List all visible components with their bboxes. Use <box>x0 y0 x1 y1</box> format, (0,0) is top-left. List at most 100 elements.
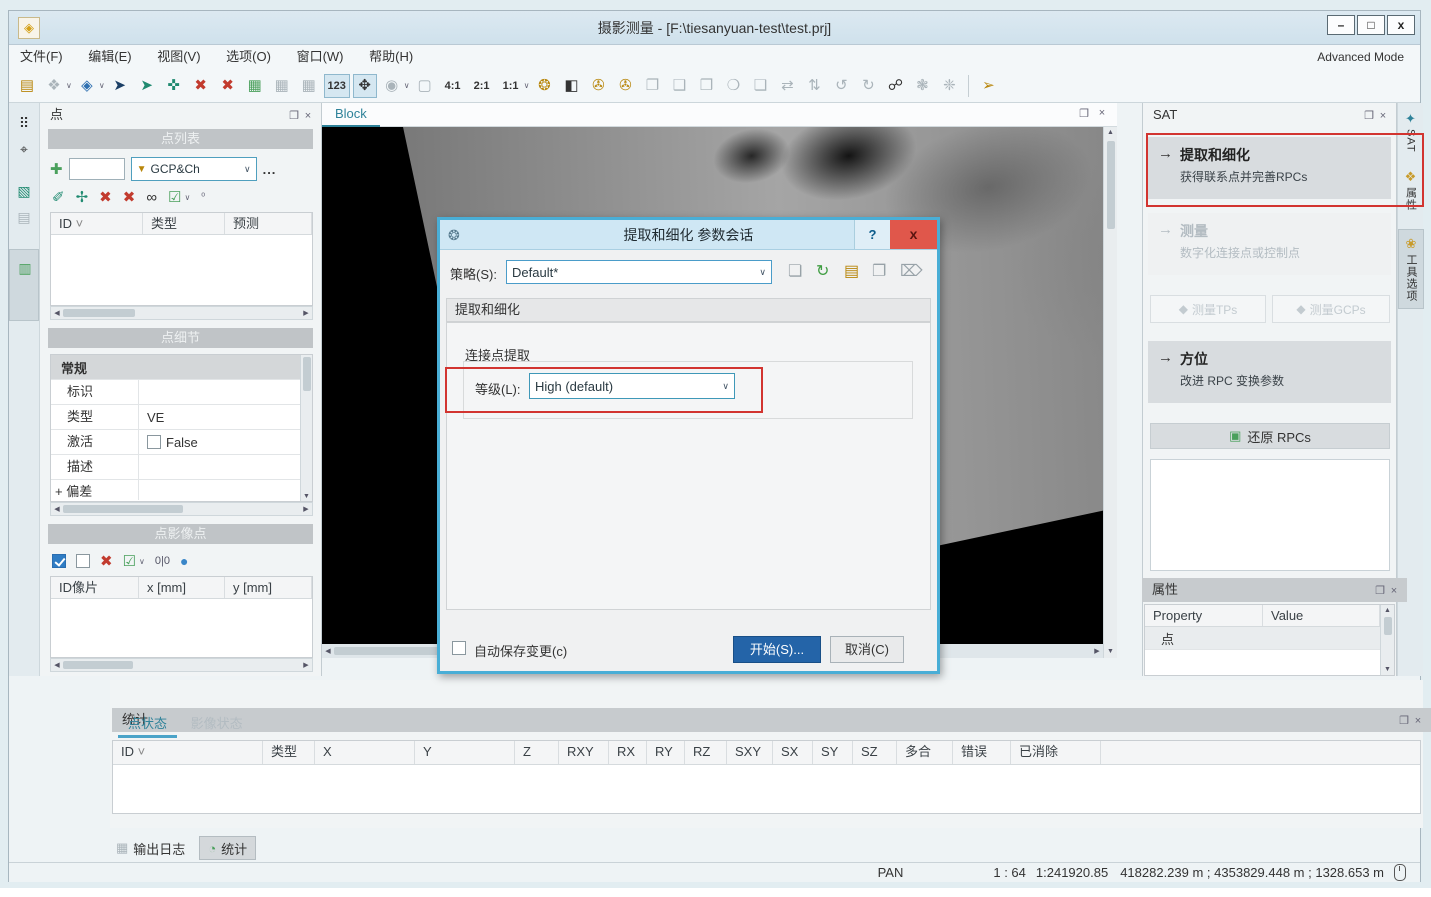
zoom-tool-dropdown-icon[interactable]: ◉ <box>380 74 404 98</box>
show-point-ids-toggle[interactable]: 123 <box>324 74 350 98</box>
properties-table[interactable]: ▲ ▼ Property Value 点 <box>1144 604 1395 676</box>
col-rxy[interactable]: RXY <box>559 741 609 764</box>
list-panel-icon[interactable]: ▤ <box>12 205 36 229</box>
col-sxy[interactable]: SXY <box>727 741 773 764</box>
col-fold[interactable]: 多合 <box>897 741 953 764</box>
start-button[interactable]: 开始(S)... <box>733 636 821 663</box>
statistics-button[interactable]: ◔ 统计 <box>199 836 256 860</box>
col-y[interactable]: Y <box>415 741 515 764</box>
col-rx[interactable]: RX <box>609 741 647 764</box>
lock-zoom-icon[interactable]: ✇ <box>613 74 637 98</box>
menu-edit[interactable]: 编辑(E) <box>77 45 142 69</box>
delete-strategy-icon[interactable]: ⌦ <box>900 261 923 281</box>
tab-point-status[interactable]: 点状态 <box>118 712 177 738</box>
point-id-input[interactable] <box>69 158 125 180</box>
rotate-ccw-icon[interactable]: ↺ <box>829 74 853 98</box>
point-symbol-icon[interactable]: ❂ <box>532 74 556 98</box>
scroll-right-icon[interactable]: ▶ <box>1091 647 1103 655</box>
delete-point-icon[interactable]: ✖ <box>216 74 240 98</box>
select-cursor-icon[interactable]: ➤ <box>108 74 132 98</box>
chevron-down-icon[interactable]: ∨ <box>184 193 190 202</box>
swap-images-icon[interactable]: ⇄ <box>775 74 799 98</box>
properties-vscrollbar[interactable]: ▲ ▼ <box>1380 605 1394 675</box>
restore-rpcs-button[interactable]: ▣ 还原 RPCs <box>1150 423 1390 449</box>
detail-hscrollbar[interactable]: ◀ ▶ <box>50 502 313 516</box>
minimize-button[interactable]: – <box>1327 15 1355 35</box>
col-rz[interactable]: RZ <box>685 741 727 764</box>
detail-row-description[interactable]: 描述 <box>51 455 300 480</box>
target-icon[interactable]: ⌖ <box>12 137 36 161</box>
polyline-tool-icon[interactable]: ✢ <box>76 188 89 206</box>
col-x[interactable]: X <box>315 741 415 764</box>
step-orientation[interactable]: → 方位 改进 RPC 变换参数 <box>1148 341 1391 403</box>
prev-image-icon[interactable]: ❐ <box>640 74 664 98</box>
image-delete-icon[interactable]: ▦ <box>270 74 294 98</box>
image-points-hscrollbar[interactable]: ◀ ▶ <box>50 658 313 672</box>
close-panel-icon[interactable]: × <box>1411 709 1425 733</box>
point-filter-combo[interactable]: ▼ GCP&Ch ∨ <box>131 157 257 181</box>
edit-point-icon[interactable]: ✐ <box>52 188 65 206</box>
snap-cursor-icon[interactable]: ➢ <box>976 74 1000 98</box>
float-panel-icon[interactable]: ❐ <box>287 104 301 128</box>
close-view-icon[interactable]: × <box>1095 107 1109 119</box>
point-list-table[interactable]: ID ˅ 类型 预测 <box>50 212 313 306</box>
scroll-thumb[interactable] <box>63 309 135 317</box>
find-point-icon[interactable]: ∞ <box>146 189 157 206</box>
tile-views-icon[interactable]: ⇅ <box>802 74 826 98</box>
save-icon[interactable]: ▤ <box>15 74 39 98</box>
delete-selected-icon[interactable]: ✖ <box>123 188 136 206</box>
link-views-icon[interactable]: ❍ <box>721 74 745 98</box>
pan-tool-toggle[interactable]: ✥ <box>353 74 377 98</box>
save-strategy-as-icon[interactable]: ❐ <box>872 261 886 281</box>
right-dock-tab-tool-options[interactable]: ❀ 工具选项 <box>1398 229 1424 309</box>
menu-options[interactable]: 选项(O) <box>215 45 282 69</box>
measure-tps-button[interactable]: ◆ 测量TPs <box>1150 295 1266 323</box>
new-strategy-icon[interactable]: ❏ <box>788 261 802 281</box>
chevron-down-icon[interactable]: ∨ <box>524 81 530 90</box>
scroll-up-icon[interactable]: ▲ <box>1104 127 1117 139</box>
col-sy[interactable]: SY <box>813 741 853 764</box>
delete-all-points-icon[interactable]: ✖ <box>99 188 112 206</box>
col-eliminated[interactable]: 已消除 <box>1011 741 1101 764</box>
gears-alt-icon[interactable]: ❈ <box>937 74 961 98</box>
col-x-mm[interactable]: x [mm] <box>139 577 225 598</box>
add-block-dropdown-icon[interactable]: ❖ <box>42 74 66 98</box>
col-ry[interactable]: RY <box>647 741 685 764</box>
col-sx[interactable]: SX <box>773 741 813 764</box>
refresh-strategy-icon[interactable]: ↻ <box>816 261 829 281</box>
add-point-icon[interactable]: ✚ <box>50 160 63 178</box>
scroll-left-icon[interactable]: ◀ <box>322 647 334 655</box>
rotate-cw-icon[interactable]: ↻ <box>856 74 880 98</box>
next-image-icon[interactable]: ❑ <box>667 74 691 98</box>
scroll-right-icon[interactable]: ▶ <box>300 505 312 513</box>
show-all-checkbox[interactable] <box>76 554 90 568</box>
detail-row-id[interactable]: 标识 <box>51 380 300 405</box>
close-panel-icon[interactable]: × <box>1376 104 1390 128</box>
scroll-left-icon[interactable]: ◀ <box>51 505 63 513</box>
close-button[interactable]: x <box>1387 15 1415 35</box>
image-pair-icon[interactable]: ❒ <box>694 74 718 98</box>
zoom-1-1-dropdown[interactable]: 1:1 <box>498 74 524 98</box>
col-type[interactable]: 类型 <box>263 741 315 764</box>
scroll-down-icon[interactable]: ▼ <box>1104 646 1117 658</box>
scroll-thumb[interactable] <box>303 357 311 391</box>
menu-view[interactable]: 视图(V) <box>146 45 211 69</box>
viewport-vscrollbar[interactable]: ▲ ▼ <box>1103 127 1117 658</box>
delete-globe-icon[interactable]: ✖ <box>189 74 213 98</box>
scroll-thumb[interactable] <box>63 505 183 513</box>
menu-file[interactable]: 文件(F) <box>9 45 74 69</box>
float-panel-icon[interactable]: ❐ <box>1373 579 1387 603</box>
float-panel-icon[interactable]: ❐ <box>1397 709 1411 733</box>
detail-vscrollbar[interactable]: ▼ <box>300 355 312 501</box>
image-panel-icon[interactable]: ▧ <box>12 179 36 203</box>
maximize-button[interactable]: □ <box>1357 15 1385 35</box>
menu-help[interactable]: 帮助(H) <box>358 45 424 69</box>
col-type[interactable]: 类型 <box>143 213 225 234</box>
left-dock-selected-tab[interactable]: ▥ <box>9 249 39 321</box>
image-points-table[interactable]: ID像片 x [mm] y [mm] <box>50 576 313 658</box>
scroll-right-icon[interactable]: ▶ <box>300 309 312 317</box>
dialog-close-button[interactable]: x <box>890 220 937 249</box>
float-view-icon[interactable]: ❐ <box>1077 107 1091 120</box>
cancel-button[interactable]: 取消(C) <box>830 636 904 663</box>
detail-row-type[interactable]: 类型 VE <box>51 405 300 430</box>
